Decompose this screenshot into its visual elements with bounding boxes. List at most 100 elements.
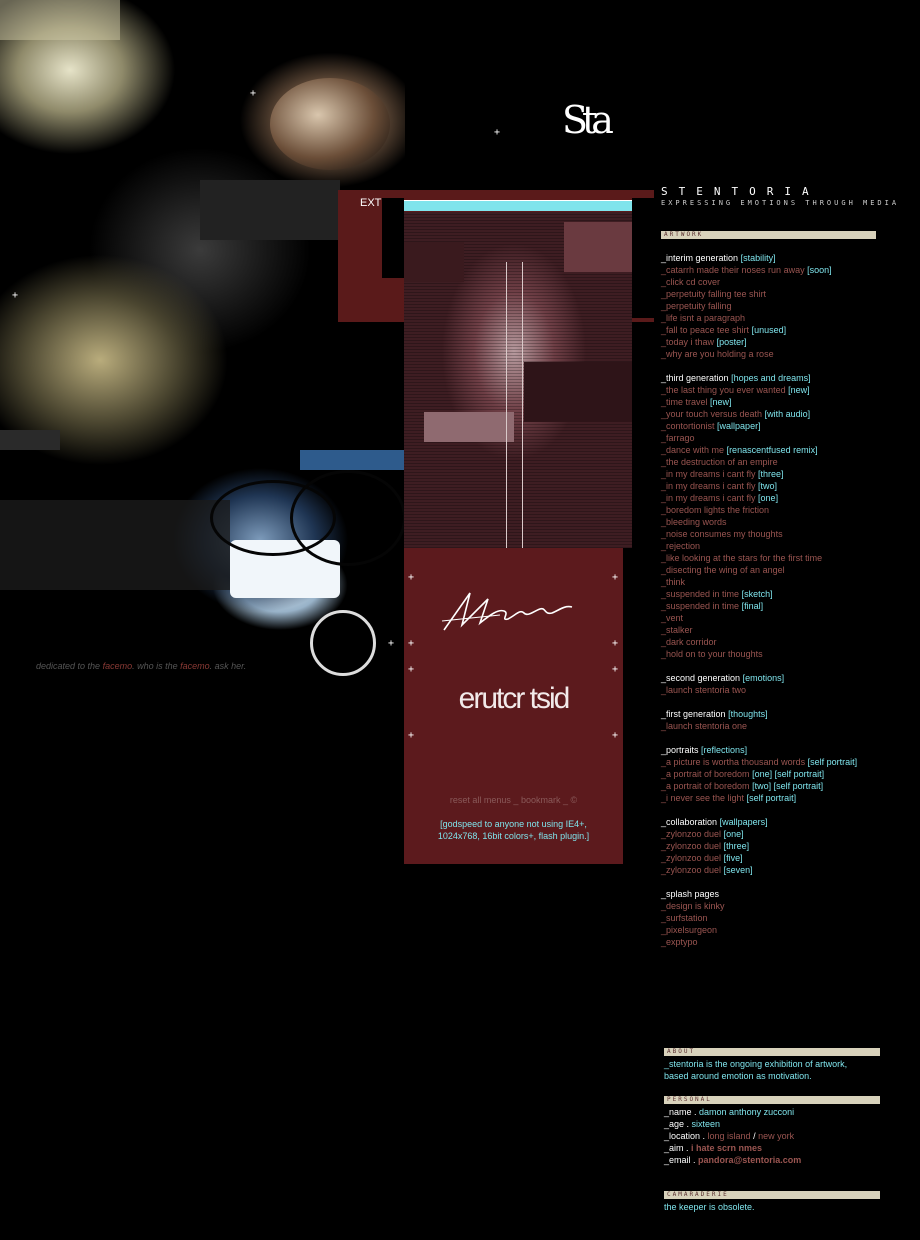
menu-item[interactable]: _zylonzoo duel [three] — [661, 840, 857, 852]
menu-item-tag[interactable]: [one] [self portrait] — [752, 769, 824, 779]
menu-item-label: _zylonzoo duel — [661, 865, 722, 875]
menu-item-tag[interactable]: [one] — [724, 829, 744, 839]
menu-group-heading[interactable]: _second generation [emotions] — [661, 672, 857, 684]
dedication-middle: . who is the — [132, 661, 181, 671]
feature-image[interactable] — [404, 212, 632, 548]
menu-item-tag[interactable]: [soon] — [807, 265, 832, 275]
hero-artwork — [0, 0, 405, 680]
menu-item[interactable]: _farrago — [661, 432, 857, 444]
menu-item-tag[interactable]: [new] — [788, 385, 810, 395]
menu-item-tag[interactable]: [two] — [758, 481, 777, 491]
menu-group-heading[interactable]: _first generation [thoughts] — [661, 708, 857, 720]
menu-item[interactable]: _life isnt a paragraph — [661, 312, 857, 324]
menu-item[interactable]: _fall to peace tee shirt [unused] — [661, 324, 857, 336]
menu-group-third: _third generation [hopes and dreams] _the… — [661, 372, 857, 660]
menu-item-tag[interactable]: [final] — [742, 601, 764, 611]
menu-item-tag[interactable]: [renascentfused remix] — [727, 445, 818, 455]
menu-group-heading[interactable]: _portraits [reflections] — [661, 744, 857, 756]
menu-item-tag[interactable]: [five] — [724, 853, 743, 863]
menu-item[interactable]: _like looking at the stars for the first… — [661, 552, 857, 564]
menu-item-label: _today i thaw — [661, 337, 715, 347]
menu-item-tag[interactable]: [three] — [758, 469, 784, 479]
menu-item-tag[interactable]: [seven] — [724, 865, 753, 875]
art-shape — [270, 78, 390, 170]
menu-item[interactable]: _boredom lights the friction — [661, 504, 857, 516]
menu-item[interactable]: _think — [661, 576, 857, 588]
menu-group-interim: _interim generation [stability] _catarrh … — [661, 252, 857, 360]
menu-item-tag[interactable]: [unused] — [752, 325, 787, 335]
menu-item[interactable]: _in my dreams i cant fly [two] — [661, 480, 857, 492]
menu-item[interactable]: _i never see the light [self portrait] — [661, 792, 857, 804]
menu-item-label: _exptypo — [661, 937, 698, 947]
menu-item[interactable]: _time travel [new] — [661, 396, 857, 408]
menu-item-tag[interactable]: [self portrait] — [747, 793, 797, 803]
menu-item[interactable]: _a picture is wortha thousand words [sel… — [661, 756, 857, 768]
menu-item[interactable]: _zylonzoo duel [one] — [661, 828, 857, 840]
menu-item[interactable]: _dark corridor — [661, 636, 857, 648]
menu-item[interactable]: _zylonzoo duel [five] — [661, 852, 857, 864]
menu-item[interactable]: _zylonzoo duel [seven] — [661, 864, 857, 876]
menu-item-label: _perpetuity falling — [661, 301, 732, 311]
menu-item[interactable]: _rejection — [661, 540, 857, 552]
menu-item[interactable]: _suspended in time [final] — [661, 600, 857, 612]
menu-item[interactable]: _exptypo — [661, 936, 857, 948]
menu-item[interactable]: _why are you holding a rose — [661, 348, 857, 360]
menu-item[interactable]: _in my dreams i cant fly [one] — [661, 492, 857, 504]
menu-item[interactable]: _pixelsurgeon — [661, 924, 857, 936]
menu-group-label: _splash pages — [661, 889, 720, 899]
menu-group-heading[interactable]: _collaboration [wallpapers] — [661, 816, 857, 828]
copyright-link[interactable]: © — [570, 795, 577, 805]
art-swirl — [290, 470, 405, 566]
menu-item[interactable]: _perpetuity falling — [661, 300, 857, 312]
reset-menus-link[interactable]: reset all menus — [450, 795, 511, 805]
menu-item[interactable]: _catarrh made their noses run away [soon… — [661, 264, 857, 276]
menu-item-tag[interactable]: [sketch] — [742, 589, 773, 599]
menu-item-label: _farrago — [661, 433, 695, 443]
menu-item-label: _the last thing you ever wanted — [661, 385, 786, 395]
menu-item-tag[interactable]: [wallpaper] — [717, 421, 761, 431]
menu-item[interactable]: _launch stentoria two — [661, 684, 857, 696]
site-name[interactable]: STENTORIA — [661, 185, 899, 198]
menu-item[interactable]: _stalker — [661, 624, 857, 636]
camaraderie-line[interactable]: the keeper is obsolete. — [664, 1201, 755, 1213]
menu-item[interactable]: _click cd cover — [661, 276, 857, 288]
menu-group-heading[interactable]: _third generation [hopes and dreams] — [661, 372, 857, 384]
menu-item[interactable]: _a portrait of boredom [two] [self portr… — [661, 780, 857, 792]
menu-item-label: _your touch versus death — [661, 409, 763, 419]
email-link[interactable]: pandora@stentoria.com — [698, 1155, 801, 1165]
menu-item[interactable]: _bleeding words — [661, 516, 857, 528]
menu-item[interactable]: _the last thing you ever wanted [new] — [661, 384, 857, 396]
menu-item[interactable]: _perpetuity falling tee shirt — [661, 288, 857, 300]
menu-item-tag[interactable]: [self portrait] — [808, 757, 858, 767]
menu-item-tag[interactable]: [poster] — [717, 337, 747, 347]
menu-item[interactable]: _noise consumes my thoughts — [661, 528, 857, 540]
menu-item-tag[interactable]: [with audio] — [765, 409, 811, 419]
menu-item[interactable]: _today i thaw [poster] — [661, 336, 857, 348]
menu-item[interactable]: _contortionist [wallpaper] — [661, 420, 857, 432]
menu-item[interactable]: _surfstation — [661, 912, 857, 924]
menu-item[interactable]: _a portrait of boredom [one] [self portr… — [661, 768, 857, 780]
menu-group-heading[interactable]: _interim generation [stability] — [661, 252, 857, 264]
ext-label[interactable]: EXT — [360, 197, 381, 209]
artwork-title: erutcr tsid — [458, 682, 571, 715]
facemo-link[interactable]: facemo — [180, 661, 210, 671]
info-name: _name . damon anthony zucconi — [664, 1106, 801, 1118]
menu-item-tag[interactable]: [three] — [724, 841, 750, 851]
menu-item-tag[interactable]: [two] [self portrait] — [752, 781, 823, 791]
menu-item-tag[interactable]: [one] — [758, 493, 778, 503]
menu-group-heading[interactable]: _splash pages — [661, 888, 857, 900]
bookmark-link[interactable]: bookmark — [521, 795, 561, 805]
site-logo[interactable]: Sta — [562, 100, 614, 140]
menu-item[interactable]: _suspended in time [sketch] — [661, 588, 857, 600]
menu-item[interactable]: _the destruction of an empire — [661, 456, 857, 468]
menu-item[interactable]: _hold on to your thoughts — [661, 648, 857, 660]
menu-item-tag[interactable]: [new] — [710, 397, 732, 407]
menu-item[interactable]: _launch stentoria one — [661, 720, 857, 732]
facemo-link[interactable]: facemo — [103, 661, 133, 671]
menu-item[interactable]: _vent — [661, 612, 857, 624]
menu-item[interactable]: _in my dreams i cant fly [three] — [661, 468, 857, 480]
menu-item[interactable]: _your touch versus death [with audio] — [661, 408, 857, 420]
menu-item[interactable]: _design is kinky — [661, 900, 857, 912]
menu-item[interactable]: _disecting the wing of an angel — [661, 564, 857, 576]
menu-item[interactable]: _dance with me [renascentfused remix] — [661, 444, 857, 456]
